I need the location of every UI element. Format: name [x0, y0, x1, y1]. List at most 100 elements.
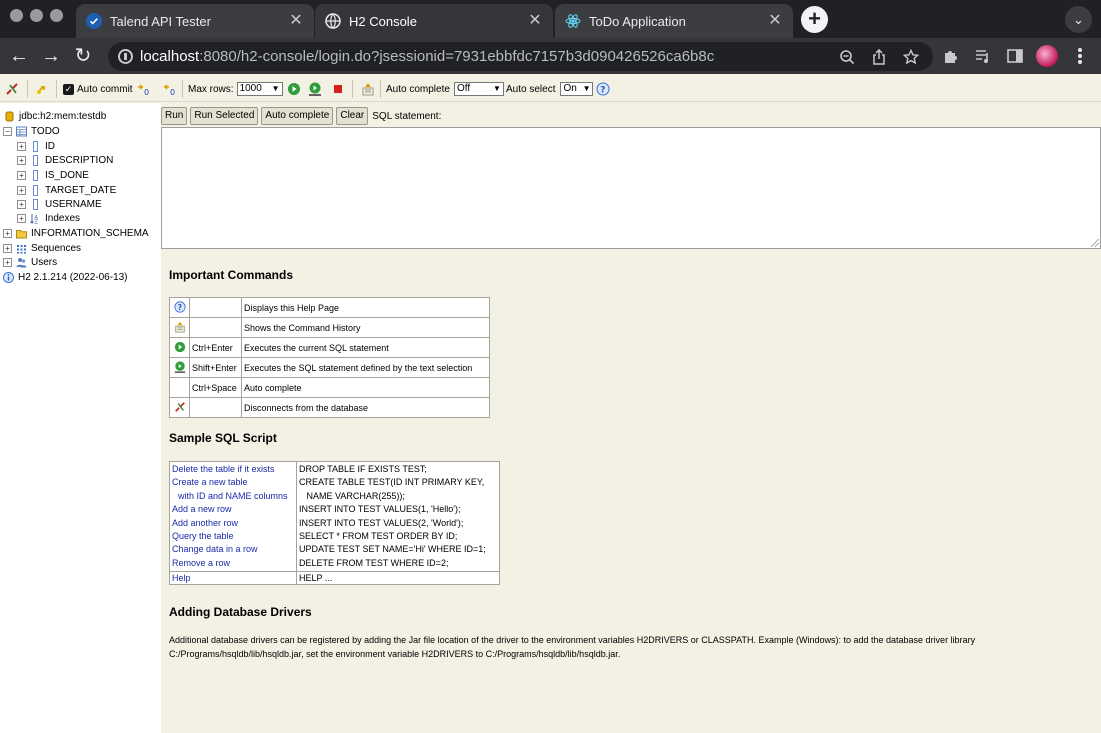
expand-icon[interactable]: +: [17, 170, 26, 180]
help-button[interactable]: ?: [596, 76, 610, 102]
tree-sequences[interactable]: + Sequences: [3, 241, 81, 255]
object-tree: jdbc:h2:mem:testdb − TODO + ID + DESCRIP…: [0, 103, 161, 733]
sample-link-help[interactable]: Help: [172, 573, 191, 583]
commit-button[interactable]: 0: [136, 76, 150, 102]
run-selected-toolbar-button[interactable]: [308, 76, 322, 102]
side-panel-icon[interactable]: [1006, 47, 1024, 65]
auto-complete-select[interactable]: Off ▼: [453, 82, 504, 96]
folder-icon: [16, 229, 27, 238]
expand-icon[interactable]: +: [3, 228, 12, 238]
tab-talend-api-tester[interactable]: Talend API Tester ✕: [76, 4, 314, 38]
url-path: :8080/h2-console/login.do?jsessionid=793…: [199, 48, 715, 65]
sample-link-insert-2[interactable]: Add another row: [172, 517, 294, 530]
sample-link-update[interactable]: Change data in a row: [172, 543, 294, 556]
max-rows-value: 1000: [239, 83, 262, 94]
max-rows-select[interactable]: 1000 ▼: [236, 82, 283, 96]
expand-icon[interactable]: +: [3, 243, 12, 253]
history-icon: [174, 321, 185, 333]
sample-link-create-columns[interactable]: with ID and NAME columns: [172, 490, 294, 503]
auto-select-select[interactable]: On ▼: [560, 82, 594, 96]
expand-icon[interactable]: +: [17, 141, 26, 151]
new-tab-button[interactable]: +: [801, 6, 828, 33]
table-cell: Executes the SQL statement defined by th…: [241, 357, 490, 378]
sample-link-delete[interactable]: Remove a row: [172, 557, 294, 570]
tab-title: Talend API Tester: [110, 13, 211, 29]
tab-todo-application[interactable]: ToDo Application ✕: [555, 4, 793, 38]
tree-column-description[interactable]: + DESCRIPTION: [17, 153, 113, 167]
sample-link-drop[interactable]: Delete the table if it exists: [172, 463, 294, 476]
zoom-out-icon[interactable]: [839, 49, 855, 65]
run-toolbar-button[interactable]: [287, 76, 301, 102]
tree-connection[interactable]: jdbc:h2:mem:testdb: [4, 109, 106, 123]
tab-h2-console[interactable]: H2 Console ✕: [315, 4, 553, 38]
disconnect-icon: [6, 83, 18, 95]
tree-information-schema[interactable]: + INFORMATION_SCHEMA: [3, 226, 149, 240]
window-zoom-dot[interactable]: [50, 9, 63, 22]
reload-icon[interactable]: ↻: [72, 45, 94, 67]
tree-indexes[interactable]: + AZ Indexes: [17, 211, 80, 225]
tab-close-icon[interactable]: ✕: [767, 13, 783, 29]
forward-arrow-icon[interactable]: →: [40, 45, 62, 67]
stop-icon: [334, 85, 342, 93]
sample-link-select[interactable]: Query the table: [172, 530, 294, 543]
clear-button[interactable]: Clear: [336, 107, 369, 125]
profile-avatar[interactable]: [1036, 45, 1058, 67]
site-info-icon[interactable]: [118, 49, 133, 64]
back-arrow-icon[interactable]: ←: [8, 45, 30, 67]
share-icon[interactable]: [871, 49, 887, 65]
tree-table-todo[interactable]: − TODO: [3, 124, 60, 138]
expand-icon[interactable]: +: [17, 185, 26, 195]
table-row: ? Displays this Help Page: [169, 297, 490, 318]
tab-close-icon[interactable]: ✕: [288, 13, 304, 29]
run-button[interactable]: Run: [161, 107, 188, 125]
tree-schema-label: INFORMATION_SCHEMA: [31, 227, 149, 239]
tree-column-is-done[interactable]: + IS_DONE: [17, 168, 89, 182]
expand-icon[interactable]: +: [17, 213, 26, 223]
sample-links-cell: Delete the table if it exists Create a n…: [169, 460, 297, 573]
tree-column-username[interactable]: + USERNAME: [17, 197, 102, 211]
tab-search-chevron-icon[interactable]: ⌄: [1065, 6, 1092, 33]
sample-link-insert-1[interactable]: Add a new row: [172, 503, 294, 516]
disconnect-button[interactable]: [5, 76, 19, 102]
address-bar[interactable]: localhost:8080/h2-console/login.do?jsess…: [108, 42, 933, 71]
auto-commit-toggle[interactable]: ✓ Auto commit: [63, 76, 133, 102]
tree-users[interactable]: + Users: [3, 255, 57, 269]
rollback-button[interactable]: 0: [162, 76, 176, 102]
tab-title: H2 Console: [349, 13, 417, 29]
sample-link-create[interactable]: Create a new table: [172, 476, 294, 489]
sql-statement-textarea[interactable]: [161, 127, 1101, 249]
tab-close-icon[interactable]: ✕: [527, 13, 543, 29]
table-cell: Ctrl+Space: [189, 377, 242, 398]
browser-menu-icon[interactable]: [1074, 46, 1086, 66]
tree-column-target-date[interactable]: + TARGET_DATE: [17, 183, 116, 197]
tree-column-label: ID: [45, 140, 55, 152]
history-button[interactable]: [361, 76, 375, 102]
resize-grip-icon[interactable]: [1091, 239, 1099, 247]
auto-commit-checkbox[interactable]: ✓: [63, 83, 74, 95]
adding-drivers-heading: Adding Database Drivers: [169, 605, 312, 619]
refresh-icon: [37, 86, 45, 94]
media-playlist-icon[interactable]: [974, 47, 992, 65]
tree-users-label: Users: [31, 256, 58, 268]
database-icon: [5, 111, 14, 121]
expand-icon[interactable]: +: [17, 199, 26, 209]
bookmark-star-icon[interactable]: [903, 49, 919, 65]
tree-column-id[interactable]: + ID: [17, 139, 55, 153]
column-icon: [33, 154, 38, 166]
window-close-dot[interactable]: [10, 9, 23, 22]
run-selected-button[interactable]: Run Selected: [190, 107, 259, 125]
stop-button[interactable]: [331, 76, 345, 102]
window-minimize-dot[interactable]: [30, 9, 43, 22]
expand-icon[interactable]: +: [17, 155, 26, 165]
important-commands-heading: Important Commands: [169, 268, 294, 282]
svg-text:?: ?: [177, 303, 181, 312]
expand-icon[interactable]: +: [3, 257, 12, 267]
refresh-button[interactable]: [35, 76, 49, 102]
table-cell: [189, 397, 242, 418]
help-icon: ?: [173, 300, 186, 313]
collapse-icon[interactable]: −: [3, 126, 12, 136]
auto-complete-button[interactable]: Auto complete: [261, 107, 334, 125]
sample-sql-line: UPDATE TEST SET NAME='Hi' WHERE ID=1;: [299, 544, 486, 555]
users-icon: [16, 257, 27, 267]
extensions-puzzle-icon[interactable]: [942, 47, 960, 65]
